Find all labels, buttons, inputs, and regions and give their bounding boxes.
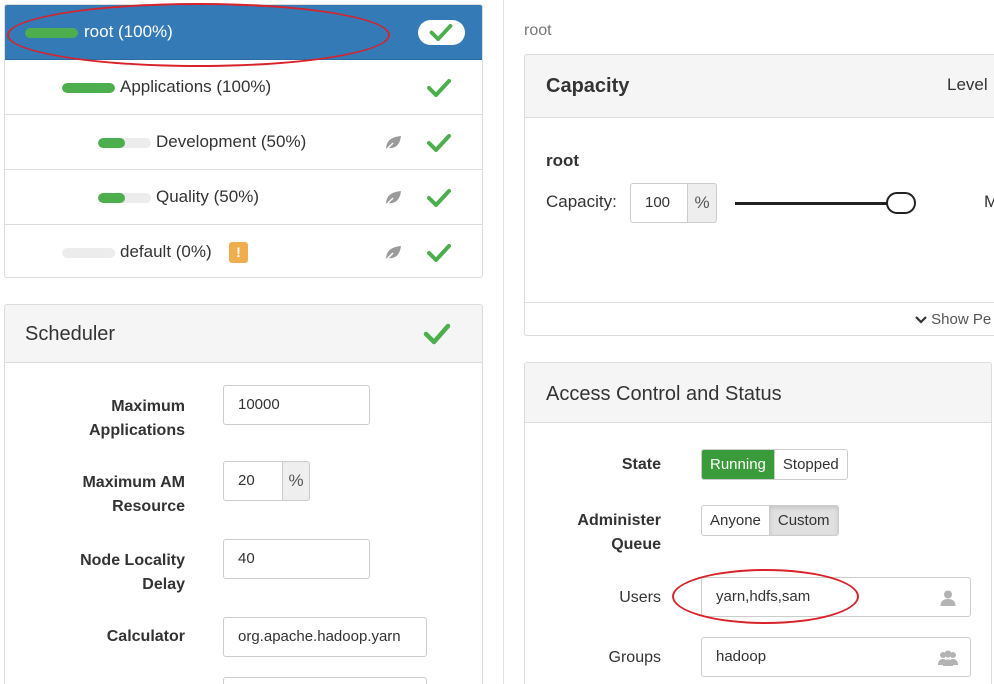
queue-capacity-bar <box>98 193 151 203</box>
capacity-body: root Capacity: 100 % M <box>525 118 994 303</box>
queue-capacity-fill <box>98 193 125 203</box>
queue-label: Applications (100%) <box>120 77 272 96</box>
capacity-label: Capacity: <box>546 192 617 211</box>
queue-status-pill <box>418 20 465 45</box>
capacity-panel: Capacity Level root Capacity: 100 % M Sh… <box>524 54 994 336</box>
queue-label: default (0%) <box>120 242 212 261</box>
chevron-down-icon <box>915 316 927 324</box>
queue-label: Quality (50%) <box>156 187 259 206</box>
label-text: Calculator <box>106 628 185 645</box>
queue-capacity-fill <box>98 138 125 148</box>
access-control-panel: Access Control and Status State Running … <box>524 362 992 684</box>
capacity-input[interactable]: 100 <box>630 183 688 223</box>
panel-title: Scheduler <box>25 323 116 345</box>
users-icon <box>938 650 958 666</box>
user-icon <box>940 590 956 606</box>
state-running-button[interactable]: Running <box>702 450 774 479</box>
capacity-footer: Show Pe <box>525 303 994 335</box>
queue-capacity-bar <box>98 138 151 148</box>
groups-input[interactable]: hadoop <box>701 637 971 677</box>
groups-value: hadoop <box>716 648 767 665</box>
capacity-panel-header: Capacity Level <box>525 55 994 118</box>
breadcrumb: root <box>524 22 552 39</box>
queue-capacity-fill <box>62 83 115 93</box>
queue-row-quality[interactable]: Quality (50%) <box>5 170 482 225</box>
administer-queue-label: Administer Queue <box>555 509 661 557</box>
queue-name: root <box>546 151 580 170</box>
queue-capacity-bar <box>62 83 115 93</box>
administer-queue-label-text: Administer Queue <box>577 512 661 553</box>
admin-custom-button[interactable]: Custom <box>768 506 838 535</box>
max-am-resource-input[interactable]: 20 <box>223 461 283 501</box>
panel-title: Capacity <box>546 75 630 97</box>
users-label: Users <box>619 589 661 606</box>
next-field-input[interactable] <box>223 677 427 684</box>
leaf-icon <box>384 191 401 207</box>
users-value: yarn,hdfs,sam <box>716 588 811 605</box>
capacity-slider-handle[interactable] <box>886 192 916 214</box>
check-icon <box>427 79 451 97</box>
field-label-max-applications: Maximum Applications <box>35 395 185 443</box>
node-locality-delay-input[interactable]: 40 <box>223 539 370 579</box>
label-text: Node Locality Delay <box>80 552 185 593</box>
queue-row-default[interactable]: default (0%) ! <box>5 225 482 277</box>
queue-capacity-bar <box>62 248 115 258</box>
access-control-panel-header: Access Control and Status <box>525 363 991 423</box>
queue-row-root[interactable]: root (100%) <box>5 5 482 60</box>
panel-title: Access Control and Status <box>546 383 782 405</box>
calculator-input[interactable]: org.apache.hadoop.yarn <box>223 617 427 657</box>
show-more-label: Show Pe <box>931 311 992 328</box>
queue-tree: root (100%) Applications (100%) Developm… <box>4 4 483 278</box>
field-label-calculator: Calculator <box>35 625 185 649</box>
max-applications-input[interactable]: 10000 <box>223 385 370 425</box>
queue-row-applications[interactable]: Applications (100%) <box>5 60 482 115</box>
label-text: Maximum AM Resource <box>82 474 185 515</box>
queue-capacity-bar <box>25 28 78 38</box>
state-stopped-button[interactable]: Stopped <box>773 450 847 479</box>
administer-queue-toggle: Anyone Custom <box>701 505 839 536</box>
queue-label: Development (50%) <box>156 132 307 151</box>
admin-anyone-button[interactable]: Anyone <box>702 506 769 535</box>
queue-row-development[interactable]: Development (50%) <box>5 115 482 170</box>
capacity-unit-addon: % <box>687 183 717 223</box>
level-label: Level <box>947 75 988 94</box>
groups-label: Groups <box>608 649 661 666</box>
check-icon <box>423 323 451 345</box>
max-capacity-label: M <box>984 192 994 212</box>
field-label-node-locality-delay: Node Locality Delay <box>35 549 185 597</box>
state-label: State <box>621 456 661 473</box>
scheduler-panel: Scheduler Maximum Applications 10000 Max… <box>4 304 483 684</box>
scheduler-panel-header: Scheduler <box>5 305 482 363</box>
queue-capacity-fill <box>25 28 78 38</box>
check-icon <box>427 134 451 152</box>
check-icon <box>427 244 451 262</box>
leaf-icon <box>384 246 401 262</box>
users-input[interactable]: yarn,hdfs,sam <box>701 577 971 617</box>
leaf-icon <box>384 136 401 152</box>
percent-addon: % <box>282 461 310 501</box>
show-more-link[interactable]: Show Pe <box>915 311 991 328</box>
check-icon <box>429 23 453 42</box>
state-toggle: Running Stopped <box>701 449 848 480</box>
label-text: Maximum Applications <box>88 398 185 439</box>
warning-icon: ! <box>229 242 248 263</box>
capacity-slider-track[interactable] <box>735 202 905 205</box>
queue-label: root (100%) <box>84 22 173 41</box>
field-label-max-am-resource: Maximum AM Resource <box>35 471 185 519</box>
check-icon <box>427 189 451 207</box>
column-divider <box>503 0 504 684</box>
